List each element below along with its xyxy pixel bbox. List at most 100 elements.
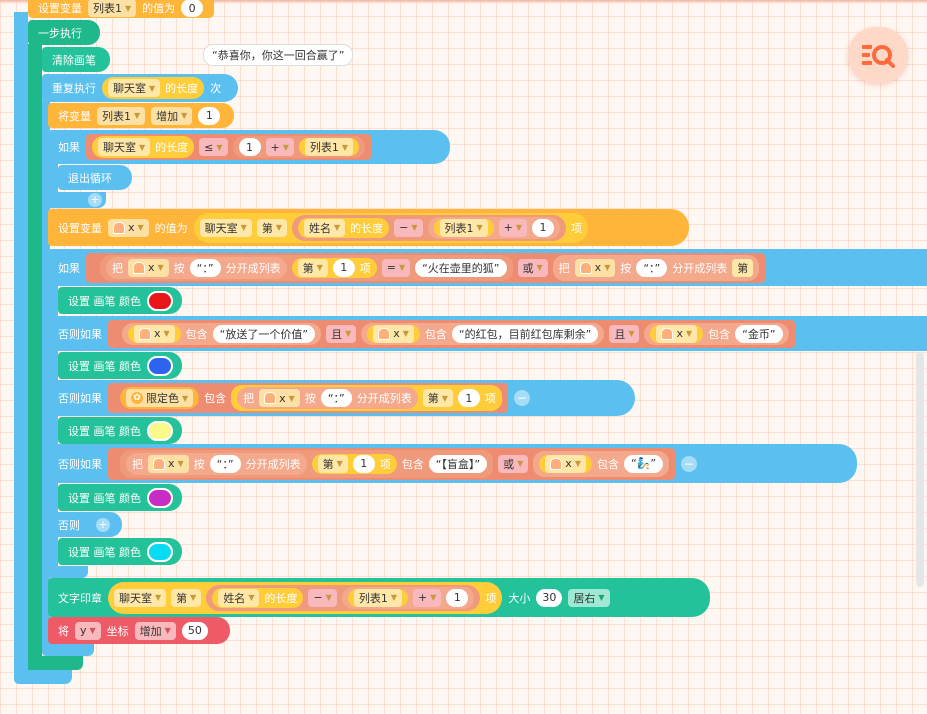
- comment-note[interactable]: “恭喜你，你这一回合赢了”: [203, 44, 354, 66]
- x-reporter[interactable]: x ▼: [128, 324, 181, 343]
- set-list-value-block[interactable]: 设置变量 列表1 ▼ 的值为 0: [28, 0, 214, 18]
- string-input[interactable]: “：”: [320, 389, 352, 407]
- list-dropdown[interactable]: 列表1 ▼: [439, 218, 488, 237]
- set-pen-color-block-cyan[interactable]: 设置 画笔 颜色: [58, 538, 182, 565]
- string-input[interactable]: “放送了一个价值”: [212, 324, 316, 343]
- add-reporter[interactable]: 1 + ▼ 列表1 ▼: [232, 136, 366, 158]
- list-reporter[interactable]: 列表1 ▼: [433, 218, 494, 237]
- list-item-reporter[interactable]: 聊天室 ▼ 第 ▼ 姓名 ▼ 的长度 − ▼ 列表1 ▼ + ▼ 1 项: [108, 581, 503, 614]
- var-dropdown[interactable]: x ▼: [134, 324, 175, 343]
- nth-item-reporter[interactable]: 第 ▼ 1 项: [291, 257, 377, 278]
- string-input[interactable]: “：”: [189, 258, 221, 277]
- op-dropdown[interactable]: − ▼: [308, 588, 337, 607]
- nth-dropdown[interactable]: 第 ▼: [171, 588, 202, 607]
- list-dropdown[interactable]: 列表1 ▼: [353, 588, 402, 607]
- if-block-2[interactable]: 如果 把 x ▼ 按 “：” 分开成列表 第 ▼ 1 项 = ▼ “火在壶里的狐” 或 ▼ 把 x ▼ 按…: [48, 249, 927, 286]
- set-x-block[interactable]: 设置变量 x ▼ 的值为 聊天室 ▼ 第 ▼ 姓名 ▼ 的长度 − ▼ 列表1 ▼ + ▼ 1 项: [48, 209, 689, 246]
- add-branch-icon[interactable]: +: [88, 193, 102, 207]
- number-input[interactable]: 1: [457, 389, 480, 407]
- string-input[interactable]: “的红包，目前红包库剩余”: [451, 324, 599, 343]
- remove-branch-icon[interactable]: −: [513, 390, 530, 406]
- list-dropdown[interactable]: 列表1 ▼: [304, 138, 354, 156]
- set-pen-color-block-red[interactable]: 设置 画笔 颜色: [58, 287, 182, 314]
- chat-length-reporter[interactable]: 聊天室 ▼ 的长度: [92, 136, 195, 158]
- else-if-block-3[interactable]: 否则如果 把 x ▼ 按 “：” 分开成列表 第 ▼ 1 项 包含 “【盲盒】” 或 ▼ x ▼ 包含…: [48, 444, 857, 483]
- nth-item-reporter[interactable]: 第 ▼ 1 项: [311, 453, 397, 474]
- nth-item-reporter[interactable]: 把 x ▼ 按 “：” 分开成列表 第 ▼ 1 项: [231, 385, 502, 411]
- chat-dropdown[interactable]: 聊天室 ▼: [108, 79, 161, 97]
- var-dropdown[interactable]: x ▼: [656, 324, 698, 343]
- compare-condition[interactable]: 聊天室 ▼ 的长度 ≤ ▼ 1 + ▼ 列表1 ▼: [86, 134, 372, 160]
- name-length-reporter[interactable]: 姓名 ▼ 的长度: [212, 587, 304, 608]
- op-dropdown[interactable]: + ▼: [413, 588, 442, 607]
- x-reporter[interactable]: x ▼: [539, 454, 592, 473]
- else-if-block-2[interactable]: 否则如果 ✿ 限定色 ▼ 包含 把 x ▼ 按 “：” 分开成列表 第 ▼ 1 项 −: [48, 380, 635, 416]
- number-input[interactable]: 1: [332, 258, 355, 277]
- or-condition[interactable]: 把 x ▼ 按 “：” 分开成列表 第 ▼ 1 项 = ▼ “火在壶里的狐” 或 ▼ 把 x ▼ 按 “：”…: [86, 252, 766, 283]
- nth-dropdown[interactable]: 第 ▼: [317, 454, 348, 473]
- add-reporter[interactable]: 列表1 ▼ + ▼ 1: [427, 216, 561, 239]
- value-input[interactable]: 1: [198, 106, 221, 125]
- color-swatch-yellow[interactable]: [147, 420, 173, 441]
- op-dropdown[interactable]: − ▼: [394, 218, 423, 237]
- vertical-scrollbar[interactable]: [916, 352, 924, 587]
- string-input[interactable]: “火在壶里的狐”: [415, 258, 507, 277]
- op-dropdown[interactable]: + ▼: [265, 138, 294, 156]
- color-swatch-magenta[interactable]: [147, 487, 173, 508]
- list-dropdown[interactable]: 列表1 ▼: [88, 0, 137, 17]
- x-reporter[interactable]: x ▼: [650, 324, 704, 343]
- logo-button[interactable]: [848, 27, 908, 83]
- change-coordinate-block[interactable]: 将 y ▼ 坐标 增加 ▼ 50: [48, 617, 230, 644]
- split-reporter[interactable]: 把 x ▼ 按 “：” 分开成列表第: [552, 254, 760, 281]
- break-block[interactable]: 退出循环: [58, 165, 132, 190]
- repeat-block[interactable]: 重复执行 聊天室 ▼ 的长度 次: [42, 74, 238, 102]
- color-swatch-red[interactable]: [147, 290, 173, 311]
- and-dropdown[interactable]: 且 ▼: [609, 324, 640, 343]
- list-dropdown[interactable]: 列表1 ▼: [97, 106, 146, 125]
- change-variable-block[interactable]: 将变量 列表1 ▼ 增加 ▼ 1: [48, 103, 234, 128]
- equals-dropdown[interactable]: = ▼: [381, 258, 411, 277]
- name-dropdown[interactable]: 姓名 ▼: [303, 218, 346, 237]
- chat-length-reporter[interactable]: 聊天室 ▼ 的长度: [102, 77, 205, 99]
- chat-dropdown[interactable]: 聊天室 ▼: [114, 588, 167, 607]
- add-branch-icon[interactable]: +: [96, 517, 110, 532]
- else-block[interactable]: 否则 +: [48, 512, 122, 537]
- size-input[interactable]: 30: [536, 588, 563, 607]
- var-dropdown[interactable]: x ▼: [259, 389, 300, 407]
- if-block-1[interactable]: 如果 聊天室 ▼ 的长度 ≤ ▼ 1 + ▼ 列表1 ▼: [48, 130, 450, 164]
- value-input[interactable]: 0: [181, 0, 204, 17]
- nth-dropdown[interactable]: 第: [732, 258, 754, 277]
- step-execute-block[interactable]: 一步执行: [28, 20, 100, 45]
- value-input[interactable]: 50: [181, 621, 208, 640]
- split-reporter[interactable]: 把 x ▼ 按 “：” 分开成列表: [126, 452, 307, 475]
- list-reporter[interactable]: 列表1 ▼: [347, 588, 408, 607]
- contains-condition[interactable]: x ▼ 包含 “放送了一个价值”: [122, 322, 322, 345]
- color-dropdown[interactable]: ✿ 限定色 ▼: [126, 389, 194, 407]
- var-dropdown[interactable]: x ▼: [574, 258, 616, 277]
- split-reporter[interactable]: 把 x ▼ 按 “：” 分开成列表: [106, 256, 287, 279]
- or-dropdown[interactable]: 或 ▼: [498, 454, 529, 473]
- number-input[interactable]: 1: [238, 138, 261, 156]
- set-pen-color-block-blue[interactable]: 设置 画笔 颜色: [58, 352, 182, 379]
- nth-dropdown[interactable]: 第 ▼: [297, 258, 328, 277]
- contains-condition[interactable]: x ▼ 包含 “的红包，目前红包库剩余”: [361, 322, 605, 345]
- color-swatch-blue[interactable]: [147, 355, 173, 376]
- split-reporter[interactable]: 把 x ▼ 按 “：” 分开成列表: [237, 387, 418, 409]
- string-input[interactable]: “：”: [209, 454, 241, 473]
- add-reporter[interactable]: 列表1 ▼ + ▼ 1: [341, 586, 475, 609]
- clear-pen-block[interactable]: 清除画笔: [42, 47, 110, 72]
- axis-dropdown[interactable]: y ▼: [75, 621, 101, 640]
- or-dropdown[interactable]: 或 ▼: [517, 258, 548, 277]
- nth-dropdown[interactable]: 第 ▼: [422, 389, 453, 407]
- equals-condition[interactable]: 把 x ▼ 按 “：” 分开成列表 第 ▼ 1 项 = ▼ “火在壶里的狐”: [100, 254, 513, 281]
- list-item-reporter[interactable]: 聊天室 ▼ 第 ▼ 姓名 ▼ 的长度 − ▼ 列表1 ▼ + ▼ 1 项: [193, 212, 589, 243]
- chat-dropdown[interactable]: 聊天室 ▼: [98, 138, 151, 156]
- subtract-reporter[interactable]: 姓名 ▼ 的长度 − ▼ 列表1 ▼ + ▼ 1: [291, 214, 567, 241]
- set-pen-color-block-magenta[interactable]: 设置 画笔 颜色: [58, 484, 182, 511]
- string-input[interactable]: “【盲盒】”: [428, 454, 488, 473]
- number-input[interactable]: 1: [446, 588, 469, 607]
- and-dropdown[interactable]: 且 ▼: [326, 324, 357, 343]
- contains-condition[interactable]: ✿ 限定色 ▼ 包含 把 x ▼ 按 “：” 分开成列表 第 ▼ 1 项: [108, 383, 508, 413]
- var-dropdown[interactable]: x ▼: [373, 324, 414, 343]
- var-dropdown[interactable]: x ▼: [545, 454, 586, 473]
